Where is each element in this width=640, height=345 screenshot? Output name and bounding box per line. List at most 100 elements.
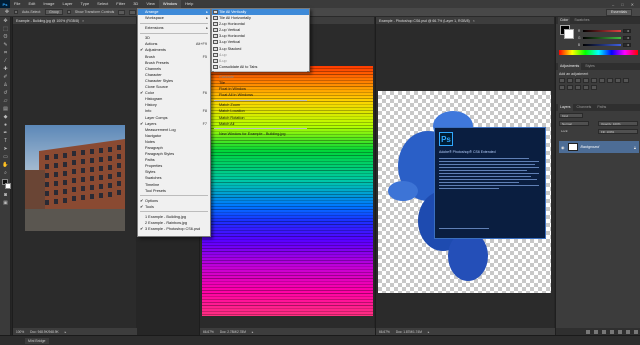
menu-item-tools[interactable]: ✔ Tools bbox=[138, 204, 210, 210]
marquee-tool-icon[interactable]: ⬚ bbox=[0, 25, 11, 33]
align-icon[interactable] bbox=[118, 9, 126, 15]
adjustment-layer-icon[interactable] bbox=[610, 329, 614, 334]
close-tab-icon[interactable]: × bbox=[473, 19, 475, 23]
color-slider[interactable] bbox=[583, 43, 621, 46]
group-select[interactable]: Group bbox=[45, 9, 63, 15]
shape-tool-icon[interactable]: ▭ bbox=[0, 153, 11, 161]
levels-icon[interactable] bbox=[567, 78, 573, 83]
menu-select[interactable]: Select bbox=[93, 0, 112, 8]
curves-icon[interactable] bbox=[575, 78, 581, 83]
zoom-level[interactable]: 100% bbox=[16, 330, 24, 334]
color-spectrum[interactable] bbox=[559, 50, 638, 55]
channel-mixer-icon[interactable] bbox=[559, 85, 565, 90]
slider-value[interactable]: 0 bbox=[623, 28, 631, 33]
menu-view[interactable]: View bbox=[142, 0, 159, 8]
path-select-tool-icon[interactable]: ➤ bbox=[0, 145, 11, 153]
color-slider[interactable] bbox=[583, 29, 621, 32]
add-mask-icon[interactable] bbox=[602, 329, 606, 334]
menu-item-workspace[interactable]: Workspace ▸ bbox=[138, 15, 210, 21]
tab-styles[interactable]: Styles bbox=[583, 63, 597, 70]
black-white-icon[interactable] bbox=[615, 78, 621, 83]
menu-window[interactable]: Window bbox=[158, 0, 182, 8]
photo-filter-icon[interactable] bbox=[623, 78, 629, 83]
healing-tool-icon[interactable]: ✚ bbox=[0, 65, 11, 73]
document-tab[interactable]: Example - Building.jpg @ 100% (RGB/8) × bbox=[13, 17, 136, 24]
gradient-tool-icon[interactable]: ▤ bbox=[0, 105, 11, 113]
color-swatches[interactable] bbox=[0, 177, 11, 191]
close-tab-icon[interactable]: × bbox=[82, 19, 84, 23]
zoom-level[interactable]: 66.67% bbox=[379, 330, 390, 334]
tab-layers[interactable]: Layers bbox=[558, 104, 573, 111]
menu-3d[interactable]: 3D bbox=[129, 0, 142, 8]
hand-tool-icon[interactable]: ✋ bbox=[0, 161, 11, 169]
type-tool-icon[interactable]: T bbox=[0, 137, 11, 145]
menu-edit[interactable]: Edit bbox=[24, 0, 39, 8]
layer-row[interactable]: ◉ Background 🔒︎ bbox=[559, 141, 639, 153]
menu-help[interactable]: Help bbox=[181, 0, 197, 8]
tab-adjustments[interactable]: Adjustments bbox=[558, 63, 582, 70]
close-button[interactable]: ✕ bbox=[631, 2, 634, 7]
history-brush-tool-icon[interactable]: ↺ bbox=[0, 89, 11, 97]
status-arrow-icon[interactable]: ▸ bbox=[65, 330, 67, 334]
blend-mode-select[interactable]: Normal bbox=[559, 121, 589, 126]
brush-tool-icon[interactable]: ✐ bbox=[0, 73, 11, 81]
delete-layer-icon[interactable] bbox=[634, 329, 638, 334]
pen-tool-icon[interactable]: ✒ bbox=[0, 129, 11, 137]
lasso-tool-icon[interactable]: ʘ bbox=[0, 33, 11, 41]
new-layer-icon[interactable] bbox=[626, 329, 630, 334]
quick-select-tool-icon[interactable]: ✎ bbox=[0, 41, 11, 49]
eyedropper-tool-icon[interactable]: ⁄ bbox=[0, 57, 11, 65]
color-balance-icon[interactable] bbox=[607, 78, 613, 83]
tab-channels[interactable]: Channels bbox=[575, 104, 594, 111]
align-icon[interactable] bbox=[129, 9, 137, 15]
fill-field[interactable]: Fill: 100% bbox=[598, 129, 638, 134]
eraser-tool-icon[interactable]: ▱ bbox=[0, 97, 11, 105]
zoom-level[interactable]: 66.67% bbox=[203, 330, 214, 334]
clone-stamp-tool-icon[interactable]: ♙ bbox=[0, 81, 11, 89]
tab-color[interactable]: Color bbox=[558, 17, 571, 24]
hue-saturation-icon[interactable] bbox=[599, 78, 605, 83]
link-layers-icon[interactable] bbox=[586, 329, 590, 334]
crop-tool-icon[interactable]: ⌗ bbox=[0, 49, 11, 57]
status-arrow-icon[interactable]: ▸ bbox=[252, 330, 254, 334]
maximize-button[interactable]: □ bbox=[621, 2, 623, 7]
quick-mask-icon[interactable]: ◙ bbox=[0, 191, 11, 199]
slider-value[interactable]: 0 bbox=[623, 35, 631, 40]
menu-item-consolidate-all-to-tabs[interactable]: Consolidate All to Tabs bbox=[212, 64, 309, 70]
eye-icon[interactable]: ◉ bbox=[561, 145, 565, 150]
zoom-tool-icon[interactable]: ⌕ bbox=[0, 169, 11, 177]
mini-bridge-tab[interactable]: Mini Bridge bbox=[25, 338, 49, 344]
minimize-button[interactable]: – bbox=[612, 2, 614, 7]
invert-icon[interactable] bbox=[567, 85, 573, 90]
status-arrow-icon[interactable]: ▸ bbox=[428, 330, 430, 334]
move-tool-icon[interactable]: ✥ bbox=[0, 17, 11, 25]
menu-filter[interactable]: Filter bbox=[112, 0, 129, 8]
menu-item-match-all[interactable]: Match All bbox=[212, 121, 309, 127]
menu-item-extensions[interactable]: Extensions ▸ bbox=[138, 25, 210, 31]
menu-item-new-window-for-example-building-jpg[interactable]: New Window for Example - Building.jpg bbox=[212, 131, 309, 137]
threshold-icon[interactable] bbox=[583, 85, 589, 90]
menu-item-tool-presets[interactable]: Tool Presets bbox=[138, 188, 210, 194]
tab-swatches[interactable]: Swatches bbox=[572, 17, 591, 24]
auto-select-checkbox[interactable] bbox=[14, 10, 18, 14]
color-slider[interactable] bbox=[583, 36, 621, 39]
slider-value[interactable]: 0 bbox=[623, 42, 631, 47]
layer-style-icon[interactable] bbox=[594, 329, 598, 334]
workspace-switcher[interactable]: Essentials bbox=[606, 8, 632, 16]
screen-mode-icon[interactable]: ▣ bbox=[0, 199, 11, 207]
blur-tool-icon[interactable]: ◆ bbox=[0, 113, 11, 121]
new-group-icon[interactable] bbox=[618, 329, 622, 334]
vibrance-icon[interactable] bbox=[591, 78, 597, 83]
menu-layer[interactable]: Layer bbox=[58, 0, 76, 8]
document-tab[interactable]: Example - Photoshop CS6.psd @ 66.7% (Lay… bbox=[376, 17, 554, 24]
menu-image[interactable]: Image bbox=[39, 0, 58, 8]
dodge-tool-icon[interactable]: ● bbox=[0, 121, 11, 129]
menu-item-float-all-in-windows[interactable]: Float All in Windows bbox=[212, 92, 309, 98]
gradient-map-icon[interactable] bbox=[591, 85, 597, 90]
menu-file[interactable]: File bbox=[10, 0, 24, 8]
show-transform-checkbox[interactable] bbox=[66, 10, 71, 14]
tab-paths[interactable]: Paths bbox=[595, 104, 608, 111]
background-color-swatch[interactable] bbox=[5, 183, 11, 189]
posterize-icon[interactable] bbox=[575, 85, 581, 90]
layer-filter-kind[interactable]: Kind bbox=[559, 113, 583, 118]
